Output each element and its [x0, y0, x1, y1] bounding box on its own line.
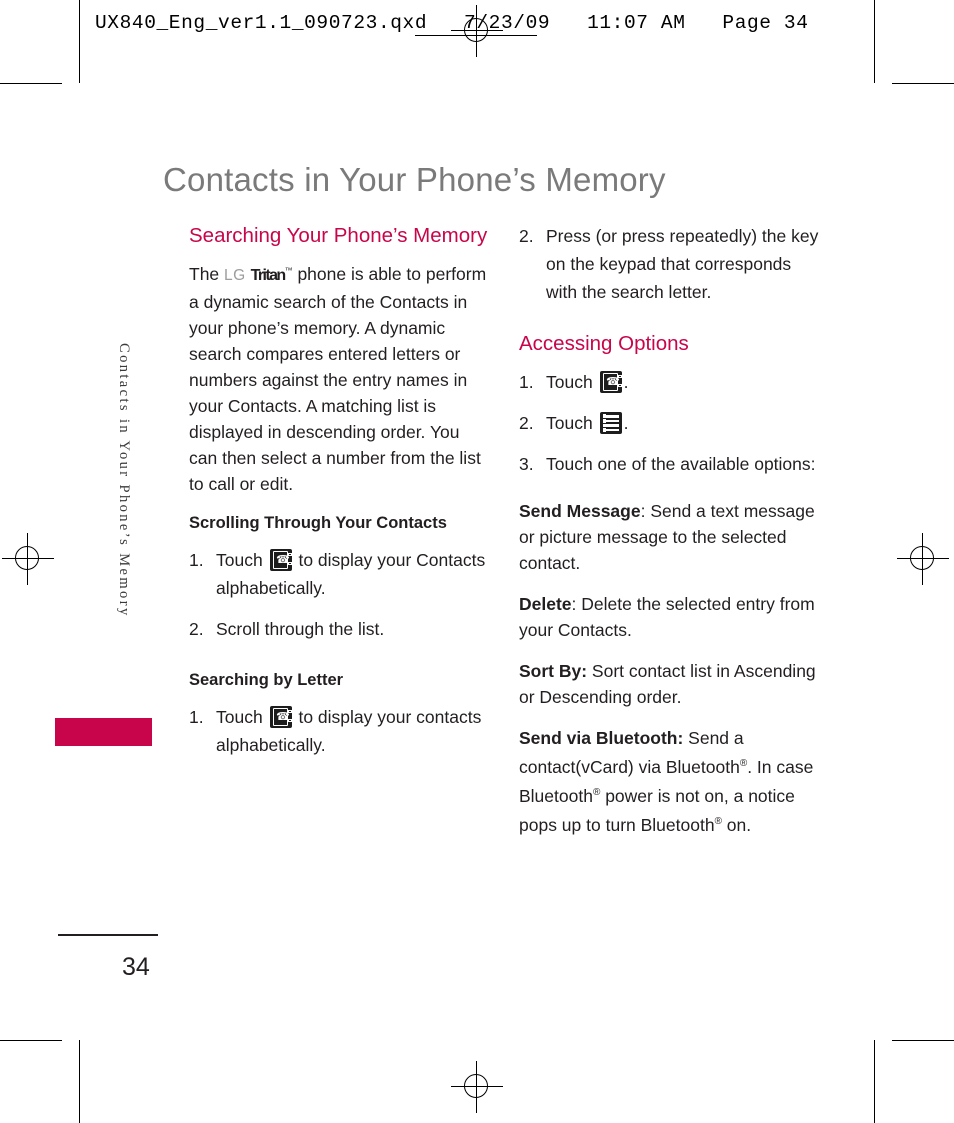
crop-mark-top-right-horizontal — [892, 83, 954, 84]
step-number: 2. — [519, 413, 534, 433]
tritan-logo: Tritan — [250, 266, 287, 284]
contacts-icon[interactable]: ☎ — [599, 371, 622, 393]
list-item: 1. Touch ☎ to display your Contacts alpha… — [189, 546, 489, 602]
step-text-before-icon: Touch — [546, 413, 593, 433]
menu-icon-line — [602, 419, 619, 423]
print-header-underline — [415, 35, 537, 36]
option-send-message: Send Message: Send a text message or pic… — [519, 498, 819, 576]
registered-mark-icon: ® — [714, 815, 722, 827]
side-tab-color-block — [55, 718, 152, 746]
step-number: 1. — [189, 549, 204, 570]
step-text: Touch one of the available options: — [546, 454, 816, 474]
registration-horizontal — [451, 1086, 503, 1087]
step-text-before-icon: Touch — [216, 706, 263, 727]
lg-logo: LG — [224, 266, 246, 284]
step-number: 3. — [519, 454, 534, 474]
crop-mark-bottom-left-horizontal — [0, 1040, 62, 1041]
menu-icon-line — [602, 428, 619, 432]
list-item: 1. Touch ☎ . — [519, 368, 819, 396]
list-item: 2. Press (or press repeatedly) the key on… — [519, 222, 819, 306]
contacts-icon-tab — [287, 561, 292, 565]
subheading-scrolling-through-your-contacts: Scrolling Through Your Contacts — [189, 513, 447, 532]
registration-vertical — [922, 533, 923, 585]
right-column: 2. Press (or press repeatedly) the key on… — [519, 222, 819, 837]
contacts-icon-tab — [287, 718, 292, 722]
intro-text-after-logo: phone is able to perform a dynamic searc… — [189, 263, 487, 494]
option-term: Send Message — [519, 501, 641, 521]
contacts-icon-tab — [617, 375, 622, 378]
crop-mark-bottom-right-vertical — [874, 1040, 875, 1123]
step-text-before-icon: Touch — [546, 372, 593, 392]
crop-mark-bottom-right-horizontal — [892, 1040, 954, 1041]
option-term: Send via Bluetooth: — [519, 728, 684, 748]
option-term: Sort By: — [519, 661, 588, 681]
contacts-icon-tab — [287, 552, 292, 556]
list-item: 3. Touch one of the available options: — [519, 450, 819, 478]
page-number: 34 — [122, 953, 150, 981]
heading-searching-your-phones-memory: Searching Your Phone’s Memory — [189, 224, 488, 247]
crop-mark-bottom-left-vertical — [79, 1040, 80, 1123]
footer-divider — [58, 934, 158, 936]
subheading-searching-by-letter: Searching by Letter — [189, 670, 344, 689]
left-column: Searching Your Phone’s Memory The LG Tri… — [189, 222, 489, 772]
registration-vertical — [476, 1061, 477, 1113]
step-text: Scroll through the list. — [216, 618, 385, 639]
menu-icon-line — [602, 414, 619, 418]
option-delete: Delete: Delete the selected entry from y… — [519, 591, 819, 643]
list-item: 1. Touch ☎ to display your contacts alpha… — [189, 703, 489, 759]
menu-icon-line — [602, 423, 619, 427]
registration-horizontal — [2, 558, 54, 559]
step-number: 1. — [519, 372, 534, 392]
trademark-icon: ™ — [284, 266, 293, 275]
step-text: Press (or press repeatedly) the key on t… — [546, 226, 819, 302]
registration-vertical — [27, 533, 28, 585]
contacts-icon[interactable]: ☎ — [269, 548, 292, 571]
crop-mark-top-left-vertical — [79, 0, 80, 83]
intro-text-before-logo: The — [189, 263, 220, 284]
contacts-icon-tab — [617, 384, 622, 387]
page-title: Contacts in Your Phone’s Memory — [163, 161, 666, 199]
contacts-icon[interactable]: ☎ — [269, 705, 292, 728]
step-number: 2. — [189, 618, 204, 639]
registration-horizontal — [897, 558, 949, 559]
crop-mark-top-right-vertical — [874, 0, 875, 83]
registration-mark-bottom — [451, 1061, 503, 1113]
list-item: 2. Scroll through the list. — [189, 615, 489, 643]
option-send-via-bluetooth: Send via Bluetooth: Send a contact(vCard… — [519, 725, 819, 837]
registration-mark-left — [2, 533, 54, 585]
intro-paragraph: The LG Tritan™ phone is able to perform … — [189, 258, 489, 497]
step-number: 2. — [519, 226, 534, 246]
step-text-before-icon: Touch — [216, 549, 263, 570]
heading-accessing-options: Accessing Options — [519, 332, 689, 355]
step-text-after-icon: . — [623, 413, 629, 433]
option-sort-by: Sort By: Sort contact list in Ascending … — [519, 658, 819, 710]
side-tab-label: Contacts in Your Phone’s Memory — [116, 343, 132, 618]
list-item: 2. Touch . — [519, 409, 819, 437]
bluetooth-part4: on. — [721, 814, 752, 835]
contacts-icon-tab — [287, 709, 292, 713]
registration-mark-right — [897, 533, 949, 585]
option-term: Delete — [519, 594, 572, 614]
step-text-after-icon: . — [623, 372, 629, 392]
step-number: 1. — [189, 706, 204, 727]
menu-icon[interactable] — [599, 412, 622, 434]
crop-mark-top-left-horizontal — [0, 83, 62, 84]
